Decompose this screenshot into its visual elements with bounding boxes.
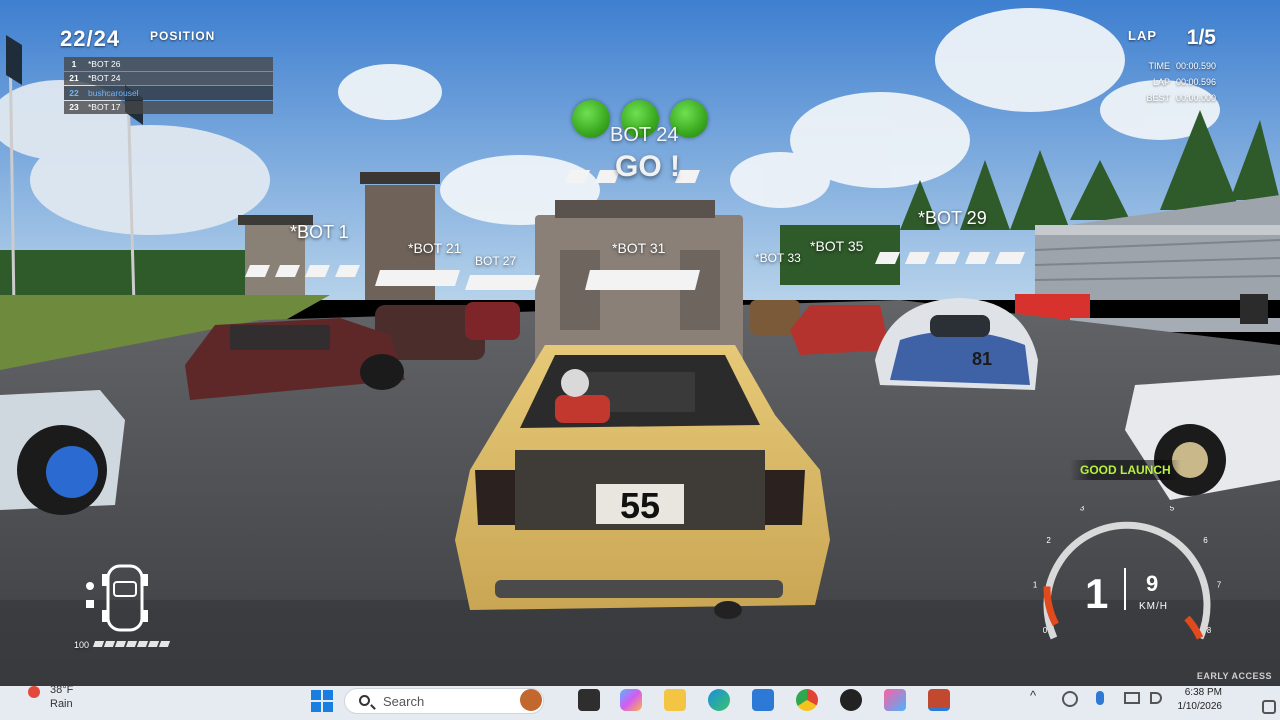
rpm-tick-label: 0 (1043, 626, 1048, 635)
time-label: LAP (1152, 77, 1170, 87)
taskbar-app-pinwheel-icon[interactable] (884, 689, 906, 711)
standings-row-player: 22 bushcarousel (64, 86, 273, 100)
taskbar-app-wreckfest-icon[interactable] (928, 689, 950, 711)
search-placeholder: Search (383, 694, 425, 709)
health-value: 100 (74, 640, 90, 650)
opponent-tag: *BOT 21 (408, 240, 462, 256)
opponent-tag: *BOT 31 (612, 240, 666, 256)
gear-indicator: 1 (1085, 570, 1109, 617)
health-segment (147, 641, 160, 647)
opponent-tag: *BOT 1 (290, 222, 349, 242)
rpm-tick-label: 3 (1080, 506, 1085, 513)
health-segment (158, 641, 171, 647)
early-access-label: EARLY ACCESS (1196, 671, 1272, 681)
search-icon (359, 695, 370, 706)
time-label: BEST (1146, 93, 1170, 103)
taskbar-app-explorer-icon[interactable] (578, 689, 600, 711)
taskbar-app-folder-icon[interactable] (664, 689, 686, 711)
health-segment (114, 641, 127, 647)
health-segment (92, 641, 105, 647)
standings-row: 1 *BOT 26 (64, 57, 273, 71)
time-row: BEST 00:00.000 (1130, 90, 1216, 106)
time-row: TIME 00:00.590 (1130, 58, 1216, 74)
standings-name: *BOT 24 (88, 73, 121, 84)
tray-microphone-icon[interactable] (1096, 691, 1104, 705)
standings-name: *BOT 17 (88, 102, 121, 113)
standings-row: 23 *BOT 17 (64, 100, 273, 114)
rpm-tick-label: 1 (1033, 580, 1038, 589)
standings-row: 21 *BOT 24 (64, 71, 273, 85)
standings-pos: 1 (71, 58, 77, 69)
start-button-icon[interactable] (311, 690, 333, 712)
rpm-gauge: 012345678 (1033, 506, 1222, 640)
notification-icon[interactable] (1262, 700, 1276, 714)
health-segment (136, 641, 149, 647)
position-label: POSITION (150, 29, 216, 43)
clock-date: 1/10/2026 (1177, 701, 1223, 712)
rpm-tick-label: 5 (1170, 506, 1175, 513)
taskbar-clock[interactable]: 6:38 PM 1/10/2026 (1178, 686, 1223, 714)
rpm-tick-label: 6 (1203, 536, 1208, 545)
lap-times: TIME 00:00.590 LAP 00:00.596 BEST 00:00.000 (1130, 58, 1216, 106)
time-value: 00:00.590 (1175, 61, 1216, 71)
standings-pos: 21 (69, 73, 79, 84)
opponent-tag: BOT 27 (475, 254, 517, 268)
taskbar-app-football-icon[interactable] (520, 689, 542, 711)
lap-counter: 1/5 (1186, 26, 1216, 49)
taskbar-app-hyundai-icon[interactable] (840, 689, 862, 711)
taskbar-app-copilot-icon[interactable] (620, 689, 642, 711)
health-bar (92, 641, 171, 647)
search-input[interactable]: Search (344, 688, 544, 714)
car-damage-icon (86, 564, 148, 632)
taskbar-app-edge-icon[interactable] (708, 689, 730, 711)
rpm-tick-label: 8 (1207, 626, 1212, 635)
standings-pos: 23 (69, 102, 79, 113)
opponent-tag: *BOT 33 (755, 251, 801, 265)
time-row: LAP 00:00.596 (1130, 74, 1216, 90)
tray-sync-icon[interactable] (1062, 691, 1078, 707)
health-segment (103, 641, 116, 647)
taskbar-app-chrome-icon[interactable] (796, 689, 818, 711)
time-value: 00:00.000 (1175, 93, 1216, 103)
rpm-tick-label: 2 (1046, 536, 1051, 545)
lap-label: LAP (1128, 28, 1157, 43)
player-car-number: 55 (620, 485, 660, 526)
health-segment (125, 641, 138, 647)
car-red-left (185, 318, 405, 400)
standings-name: bushcarousel (88, 87, 139, 98)
time-value: 00:00.596 (1175, 77, 1216, 87)
tray-volume-icon[interactable] (1150, 692, 1162, 704)
weather-icon (28, 686, 40, 698)
speed-unit: KM/H (1139, 601, 1168, 612)
time-label: TIME (1148, 61, 1170, 71)
opponent-tag: *BOT 35 (810, 238, 864, 254)
good-launch-banner: GOOD LAUNCH (1070, 460, 1181, 480)
start-light-icon (572, 100, 610, 138)
tray-network-icon[interactable] (1124, 692, 1140, 704)
standings-name: *BOT 26 (88, 58, 121, 69)
leader-tag: BOT 24 (610, 124, 679, 146)
car-red-right (790, 305, 890, 355)
redline-zone (1184, 615, 1204, 640)
race-position: 22/24 (60, 26, 121, 51)
go-text: GO ! (615, 150, 680, 183)
weather-condition: Rain (50, 698, 73, 710)
weather-temp: 38°F (50, 684, 74, 696)
car-blue-left (0, 390, 125, 515)
tray-chevron-icon[interactable]: ^ (1030, 688, 1036, 703)
opponent-tag: *BOT 29 (918, 208, 987, 228)
clock-time: 6:38 PM (1184, 687, 1222, 698)
beetle-number: 81 (972, 349, 992, 369)
rpm-tick-label: 7 (1217, 580, 1222, 589)
taskbar-app-store-icon[interactable] (752, 689, 774, 711)
standings-pos: 22 (69, 87, 79, 98)
speed-readout: 9 (1146, 571, 1159, 596)
standings-list: 1 *BOT 26 21 *BOT 24 22 bushcarousel 23 *BOT… (64, 57, 273, 115)
